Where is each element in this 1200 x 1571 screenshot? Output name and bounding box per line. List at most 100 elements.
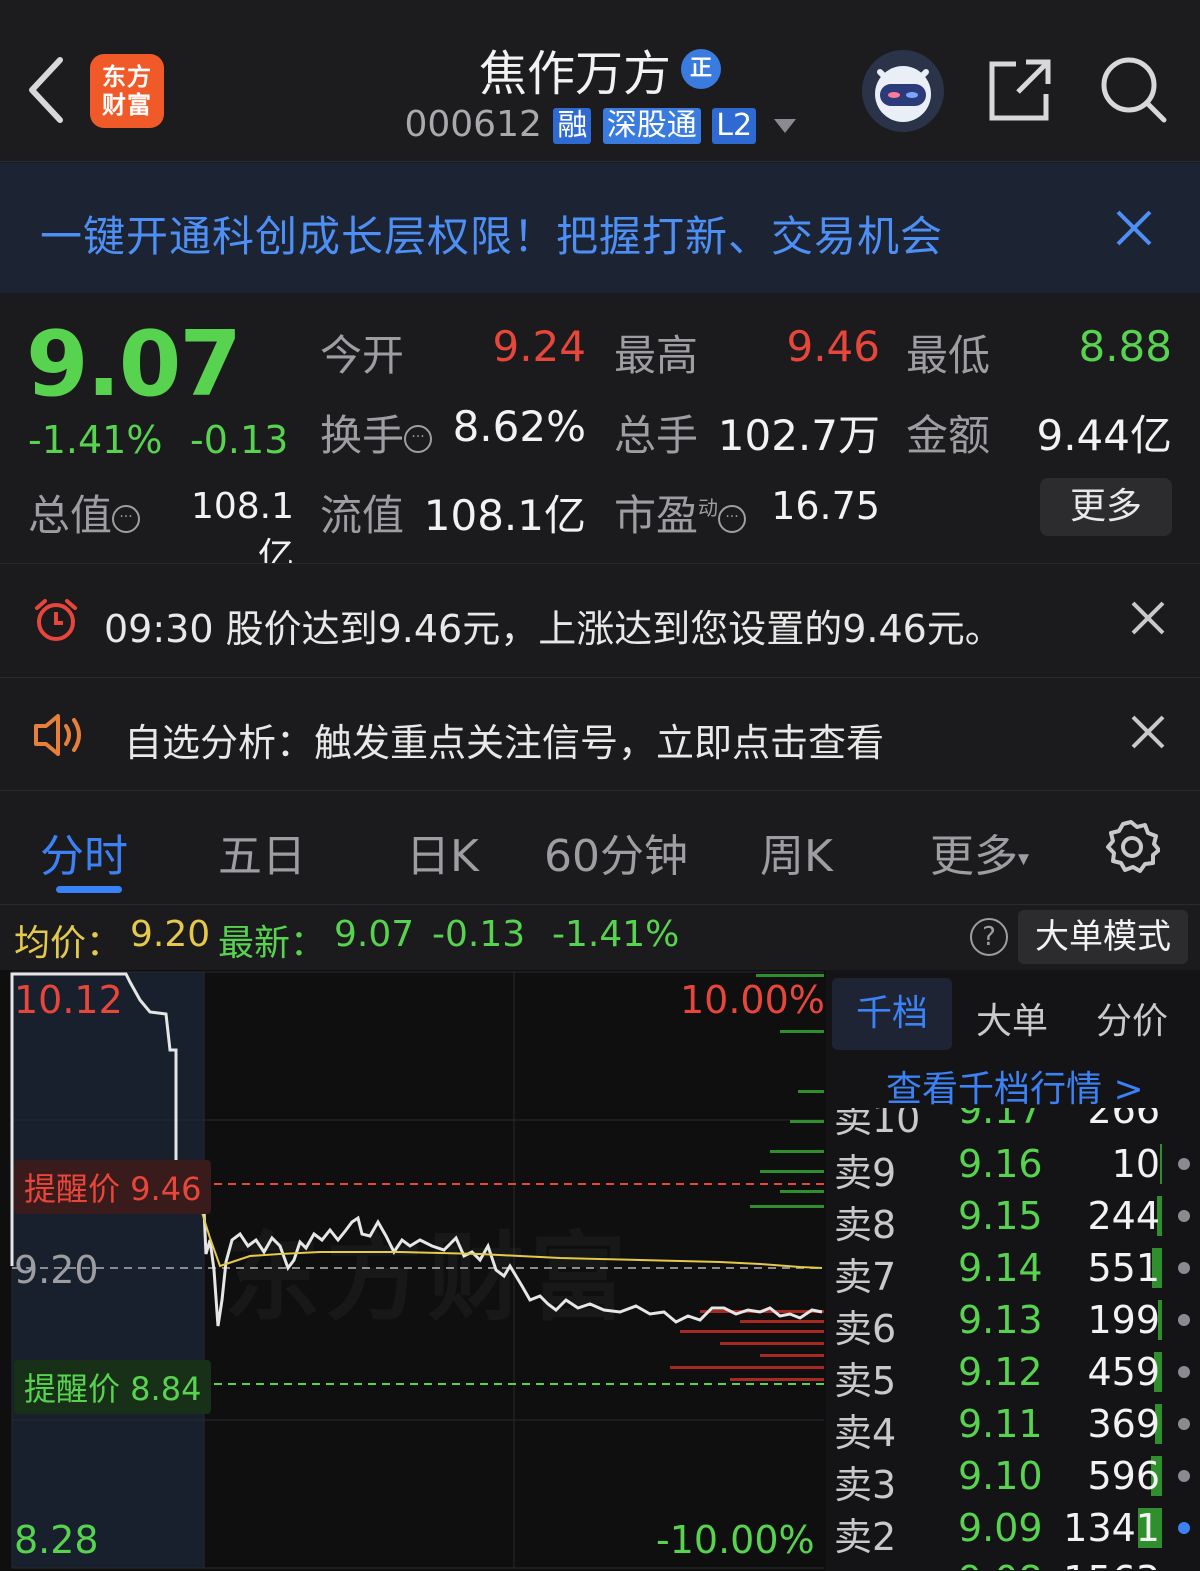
volume-value: 102.7万 — [717, 411, 880, 460]
level-name: 卖6 — [834, 1307, 897, 1351]
robot-assistant-icon[interactable] — [862, 50, 944, 132]
turnover-label: 换手 — [320, 411, 405, 460]
level-dot — [1178, 1210, 1190, 1222]
latest-percent: -1.41% — [552, 914, 680, 955]
close-icon[interactable] — [1114, 208, 1154, 248]
level-price: 9.13 — [958, 1298, 1043, 1342]
active-tab-indicator — [56, 886, 122, 893]
info-icon[interactable]: ··· — [718, 504, 747, 533]
tab-more[interactable]: 更多▾ — [930, 820, 1029, 884]
level-name: 卖5 — [834, 1359, 897, 1403]
order-book-tabs: 千档 大单 分价 — [832, 978, 1192, 1050]
change-percent: -1.41% — [28, 418, 163, 462]
alert-text: 09:30 股价达到9.46元，上涨达到您设置的9.46元。 — [104, 607, 1003, 651]
avg-label: 均价： — [14, 923, 123, 964]
intraday-chart[interactable]: 10.12 10.00% 9.20 8.28 -10.00% 提醒价 9.46 … — [0, 970, 826, 1571]
mktcap-label-wrap: 总值 ··· — [28, 482, 141, 543]
volume-bar — [1160, 1144, 1162, 1184]
analysis-alert-row[interactable]: 自选分析：触发重点关注信号，立即点击查看 — [0, 677, 1200, 789]
mktcap-label: 总值 — [28, 491, 113, 540]
level-name: 卖1 — [834, 1558, 896, 1570]
low-label: 最低 — [906, 331, 991, 380]
level-dot — [1178, 1366, 1190, 1378]
turnover-value: 8.62% — [452, 402, 586, 451]
level-name: 卖4 — [834, 1411, 897, 1455]
zheng-badge: 正 — [681, 49, 721, 89]
list-item: 卖5 9.12 459 — [834, 1346, 1194, 1403]
level-qty: 199 — [1087, 1298, 1160, 1342]
info-icon[interactable]: ··· — [112, 504, 141, 533]
pe-label-wrap: 市盈动 ··· — [614, 482, 747, 543]
axis-max-percent: 10.00% — [680, 978, 825, 1022]
list-item: 卖6 9.13 199 — [834, 1294, 1194, 1351]
dropdown-caret-icon — [773, 119, 796, 133]
last-price: 9.07 — [26, 312, 242, 417]
price-alert-row[interactable]: 09:30 股价达到9.46元，上涨达到您设置的9.46元。 — [0, 563, 1200, 675]
list-item: 卖9 9.16 10 — [834, 1138, 1194, 1195]
depth-bars — [670, 974, 824, 1381]
promo-banner[interactable]: 一键开通科创成长层权限！把握打新、交易机会 — [0, 163, 1200, 293]
low-value: 8.88 — [1078, 322, 1172, 371]
tab-five-day[interactable]: 五日 — [218, 820, 306, 884]
latest-label: 最新： — [218, 923, 327, 964]
view-depth-link[interactable]: 查看千档行情 > — [886, 1060, 1144, 1112]
tab-60min[interactable]: 60分钟 — [544, 820, 688, 884]
level-price: 9.08 — [958, 1558, 1043, 1570]
level-name: 卖7 — [834, 1255, 897, 1299]
level-name: 卖3 — [834, 1463, 897, 1507]
remind-price-low[interactable]: 提醒价 8.84 — [14, 1360, 212, 1414]
speaker-icon — [34, 714, 81, 756]
level-name: 卖9 — [834, 1151, 897, 1195]
tab-thousand-level[interactable]: 千档 — [832, 978, 952, 1050]
tab-weekly-k[interactable]: 周K — [760, 820, 833, 884]
tab-price-distribution[interactable]: 分价 — [1096, 992, 1168, 1044]
float-label: 流值 — [320, 491, 405, 540]
info-icon[interactable]: ··· — [404, 424, 433, 453]
stock-title[interactable]: 焦作万方 正 — [479, 34, 721, 104]
close-icon[interactable] — [1130, 600, 1166, 636]
latest-change: -0.13 — [432, 914, 526, 955]
list-item: 卖8 9.15 244 — [834, 1190, 1194, 1247]
amount-value: 9.44亿 — [1036, 411, 1172, 460]
remind-price-high[interactable]: 提醒价 9.46 — [14, 1160, 212, 1214]
level-qty: 369 — [1087, 1402, 1160, 1446]
pe-label: 市盈 — [614, 491, 699, 540]
tag-l2: L2 — [712, 108, 757, 144]
level-price: 9.16 — [958, 1142, 1043, 1186]
open-value: 9.24 — [492, 322, 586, 371]
amount-label: 金额 — [906, 411, 991, 460]
gear-icon[interactable] — [1102, 818, 1160, 876]
tab-big-orders[interactable]: 大单 — [976, 992, 1048, 1044]
pe-value: 16.75 — [771, 484, 880, 528]
level-name: 卖8 — [834, 1203, 897, 1247]
level-price: 9.14 — [958, 1246, 1043, 1290]
list-item: 卖3 9.10 596 — [834, 1450, 1194, 1507]
tab-daily-k[interactable]: 日K — [406, 820, 479, 884]
axis-prev-close: 9.20 — [14, 1248, 99, 1292]
level-qty: 551 — [1087, 1246, 1160, 1290]
order-book-list[interactable]: 卖10 9.17 266 卖9 9.16 10 卖8 9.15 244 卖7 9… — [826, 1108, 1200, 1570]
open-label: 今开 — [320, 331, 405, 380]
float-value: 108.1亿 — [423, 491, 586, 540]
tab-more-label: 更多 — [930, 831, 1018, 882]
top-bar: 东方 财富 焦作万方 正 000612 融 深股通 L2 — [0, 0, 1200, 162]
level-dot — [1178, 1158, 1190, 1170]
share-icon[interactable] — [986, 56, 1054, 124]
level-price: 9.11 — [958, 1402, 1043, 1446]
close-icon[interactable] — [1130, 714, 1166, 750]
level-price: 9.10 — [958, 1454, 1043, 1498]
alert-text: 自选分析：触发重点关注信号，立即点击查看 — [124, 721, 885, 765]
high-label: 最高 — [614, 331, 699, 380]
level-dot — [1178, 1262, 1190, 1274]
level-qty: 596 — [1087, 1454, 1160, 1498]
axis-min-percent: -10.00% — [656, 1518, 815, 1562]
more-stats-button[interactable]: 更多 — [1040, 478, 1172, 536]
tag-margin: 融 — [553, 108, 592, 144]
tab-intraday[interactable]: 分时 — [40, 820, 128, 884]
big-order-mode-button[interactable]: 大单模式 — [1018, 910, 1188, 964]
axis-min-price: 8.28 — [14, 1518, 99, 1562]
change-amount: -0.13 — [190, 418, 289, 462]
search-icon[interactable] — [1098, 54, 1168, 124]
help-icon[interactable]: ? — [970, 918, 1008, 956]
axis-max-price: 10.12 — [14, 978, 123, 1022]
